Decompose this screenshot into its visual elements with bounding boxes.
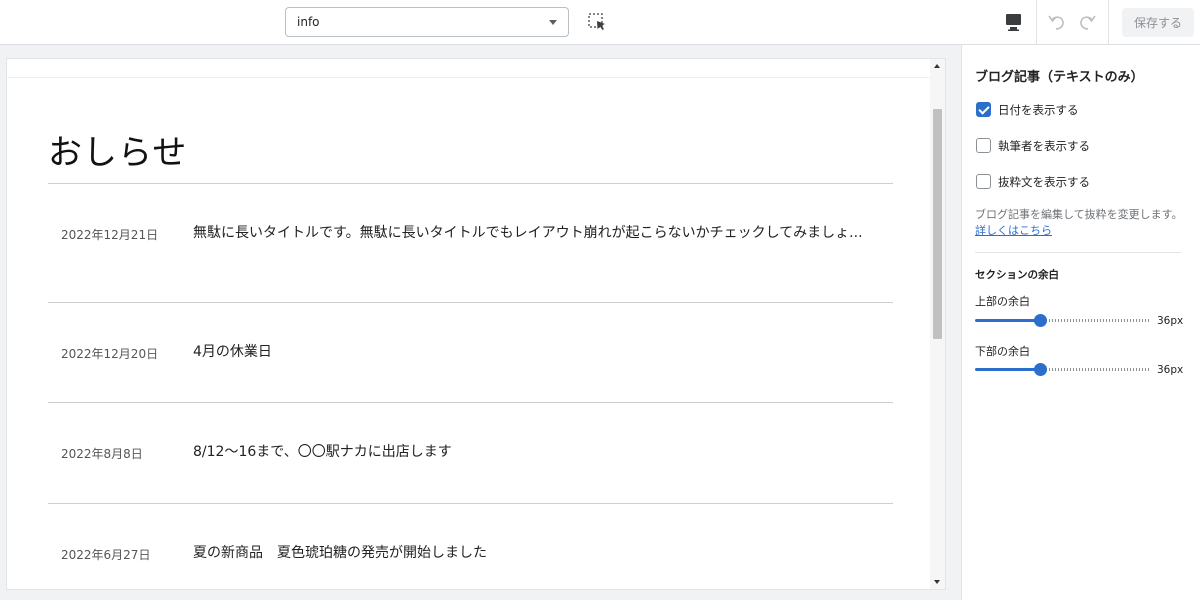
post-title[interactable]: 夏の新商品 夏色琥珀糖の発売が開始しました [193, 543, 893, 563]
page-select-value: info [297, 15, 320, 29]
preview-header-divider [7, 77, 933, 78]
top-padding-slider[interactable] [975, 313, 1151, 327]
post-date: 2022年8月8日 [61, 447, 143, 461]
checkbox-label: 執筆者を表示する [998, 139, 1090, 153]
checkbox-box[interactable] [976, 174, 991, 189]
panel-title: ブログ記事（テキストのみ） [975, 70, 1144, 85]
post-divider [48, 302, 893, 303]
undo-icon[interactable] [1046, 11, 1068, 33]
scroll-down-icon[interactable] [934, 580, 940, 584]
slider-thumb[interactable] [1034, 314, 1047, 327]
bottom-padding-slider[interactable] [975, 362, 1151, 376]
top-padding-value: 36px [1157, 315, 1184, 327]
desktop-preview-icon[interactable] [1001, 10, 1027, 34]
page-title: おしらせ [48, 133, 188, 173]
post-date: 2022年6月27日 [61, 548, 151, 562]
section-padding-title: セクションの余白 [975, 269, 1059, 281]
checkbox-box[interactable] [976, 102, 991, 117]
top-padding-label: 上部の余白 [975, 295, 1030, 308]
panel-divider [975, 252, 1181, 253]
bottom-padding-label: 下部の余白 [975, 345, 1030, 358]
post-date: 2022年12月20日 [61, 347, 159, 361]
toolbar-divider [1108, 0, 1109, 45]
page-select-dropdown[interactable]: info [285, 7, 569, 37]
slider-fill [975, 368, 1040, 371]
scroll-up-icon[interactable] [934, 64, 940, 68]
redo-icon[interactable] [1076, 11, 1098, 33]
settings-panel: ブログ記事（テキストのみ） 日付を表示する 執筆者を表示する 抜粋文を表示する … [961, 45, 1200, 600]
learn-more-link[interactable]: 詳しくはこちら [975, 224, 1052, 237]
scrollbar-thumb[interactable] [933, 109, 942, 339]
checkbox-label: 日付を表示する [998, 103, 1079, 117]
post-date: 2022年12月21日 [61, 228, 159, 242]
theme-preview: おしらせ 2022年12月21日 無駄に長いタイトルです。無駄に長いタイトルでも… [6, 58, 946, 590]
bottom-padding-value: 36px [1157, 364, 1184, 376]
preview-scrollbar[interactable] [930, 59, 945, 589]
checkbox-box[interactable] [976, 138, 991, 153]
post-title[interactable]: 無駄に長いタイトルです。無駄に長いタイトルでもレイアウト崩れが起こらないかチェッ… [193, 223, 893, 243]
inspect-select-icon[interactable] [585, 10, 609, 34]
post-divider [48, 183, 893, 184]
post-title[interactable]: 4月の休業日 [193, 342, 893, 362]
slider-track [1040, 368, 1151, 371]
help-description: ブログ記事を編集して抜粋を変更します。 [975, 208, 1183, 221]
checkbox-label: 抜粋文を表示する [998, 175, 1090, 189]
save-button[interactable]: 保存する [1122, 8, 1194, 37]
slider-thumb[interactable] [1034, 363, 1047, 376]
help-text: ブログ記事を編集して抜粋を変更します。詳しくはこちら [975, 207, 1187, 239]
chevron-down-icon [549, 20, 557, 25]
post-divider [48, 402, 893, 403]
slider-track [1040, 319, 1151, 322]
top-toolbar: info 保存する [0, 0, 1200, 45]
slider-fill [975, 319, 1040, 322]
post-title[interactable]: 8/12～16まで、〇〇駅ナカに出店します [193, 442, 893, 462]
post-divider [48, 503, 893, 504]
toolbar-divider [1036, 0, 1037, 45]
